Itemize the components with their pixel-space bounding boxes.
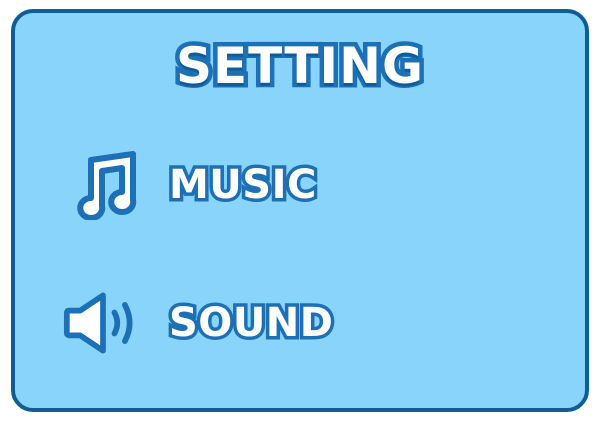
music-note-icon[interactable] (63, 150, 143, 220)
panel-title: SETTING (171, 33, 427, 100)
speaker-icon[interactable] (63, 288, 143, 358)
music-label: MUSIC (166, 159, 320, 212)
settings-panel: SETTING MUSIC SOUND (11, 9, 589, 412)
sound-label: SOUND (165, 297, 336, 350)
sound-option[interactable]: SOUND (63, 288, 336, 358)
music-option[interactable]: MUSIC (63, 150, 320, 220)
